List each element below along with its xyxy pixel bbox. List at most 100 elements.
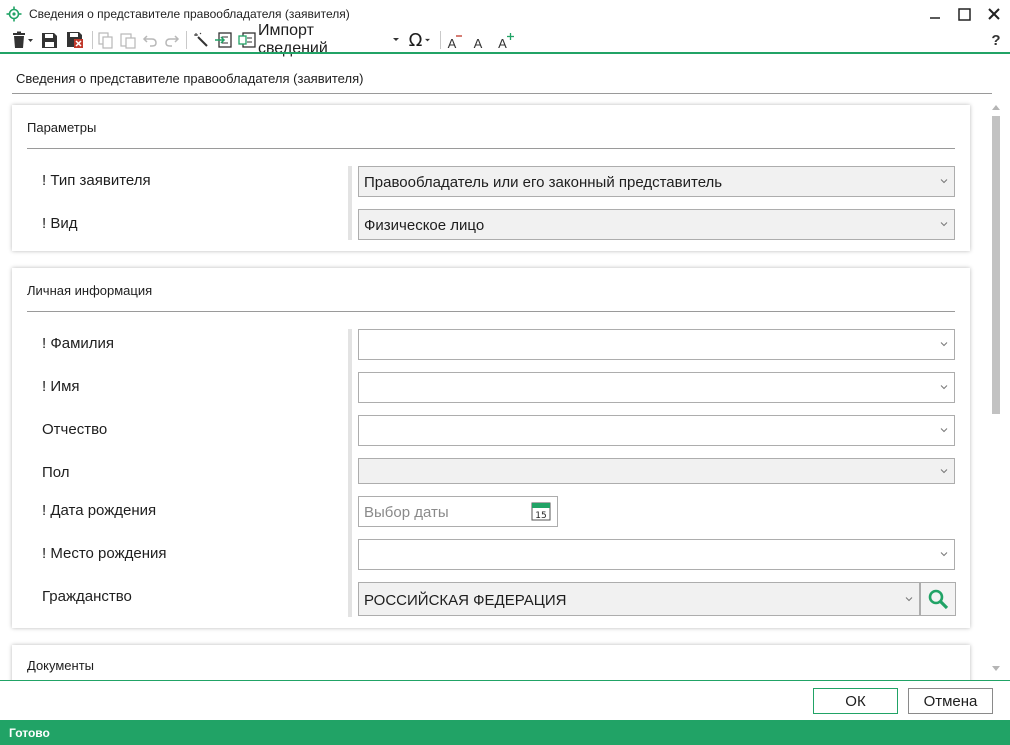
name-label: ! Имя: [42, 378, 80, 395]
status-text: Готово: [9, 726, 50, 740]
footer-divider: [0, 680, 1010, 681]
chevron-down-icon: [940, 179, 948, 184]
toolbar-accent-line: [0, 52, 1010, 54]
birth-date-label: ! Дата рождения: [42, 502, 157, 519]
font-decrease-icon: A: [447, 35, 457, 51]
import-data-button[interactable]: Импорт сведений: [238, 22, 400, 57]
status-bar: Готово: [0, 720, 1010, 745]
search-icon: [928, 589, 949, 610]
font-increase-icon: A: [498, 35, 507, 51]
page-title-divider: [12, 93, 992, 94]
calendar-icon[interactable]: 15: [531, 501, 551, 521]
gender-select[interactable]: [358, 458, 955, 484]
magic-wand-icon: [194, 32, 208, 47]
kind-select[interactable]: Физическое лицо: [358, 209, 955, 240]
gender-label: Пол: [42, 464, 70, 481]
cancel-button[interactable]: Отмена: [908, 688, 993, 714]
surname-field[interactable]: [358, 329, 955, 360]
content-scroll-area[interactable]: Параметры ! Тип заявителя Правообладател…: [0, 98, 1010, 680]
font-decrease-button[interactable]: A: [444, 29, 466, 51]
params-panel: Параметры ! Тип заявителя Правообладател…: [12, 105, 970, 251]
window-title: Сведения о представителе правообладателя…: [29, 7, 350, 21]
magic-wand-button[interactable]: [190, 29, 212, 51]
undo-icon: [142, 35, 157, 47]
export-button[interactable]: [213, 29, 233, 51]
patronymic-label: Отчество: [42, 421, 108, 438]
birth-date-picker[interactable]: Выбор даты 15: [358, 496, 558, 527]
minimize-icon: [930, 17, 940, 19]
save-close-button[interactable]: [64, 29, 86, 51]
toolbar-separator: [92, 31, 93, 49]
copy-button[interactable]: [96, 29, 116, 51]
birth-place-label: ! Место рождения: [42, 545, 167, 562]
ok-button[interactable]: ОК: [813, 688, 898, 714]
title-bar: Сведения о представителе правообладателя…: [0, 0, 1010, 28]
toolbar-separator: [440, 31, 441, 49]
personal-info-panel-divider: [27, 311, 955, 312]
delete-button[interactable]: [8, 29, 36, 51]
undo-button[interactable]: [140, 29, 160, 51]
birth-place-field[interactable]: [358, 539, 955, 570]
paste-icon: [120, 32, 136, 49]
help-icon: ?: [991, 31, 1001, 49]
page-title: Сведения о представителе правообладателя…: [16, 71, 364, 86]
field-group-bar: [348, 329, 352, 617]
save-button[interactable]: [38, 29, 60, 51]
field-group-bar: [348, 166, 352, 240]
paste-button[interactable]: [118, 29, 138, 51]
personal-info-panel-title: Личная информация: [27, 283, 153, 298]
chevron-down-icon: [940, 342, 948, 347]
scroll-down-arrow-icon[interactable]: [991, 665, 1001, 673]
vertical-scrollbar[interactable]: [990, 100, 1002, 680]
scroll-up-arrow-icon[interactable]: [991, 103, 1001, 111]
applicant-type-select[interactable]: Правообладатель или его законный предста…: [358, 166, 955, 197]
birth-date-placeholder: Выбор даты: [364, 504, 449, 521]
floppy-disk-icon: [41, 32, 57, 48]
trash-icon: [13, 31, 33, 48]
personal-info-panel: Личная информация ! Фамилия ! Имя Отчест…: [12, 268, 970, 628]
toolbar-separator: [186, 31, 187, 49]
maximize-button[interactable]: [953, 4, 975, 24]
chevron-down-icon: [905, 597, 913, 602]
chevron-down-icon: [940, 428, 948, 433]
applicant-type-value: Правообладатель или его законный предста…: [364, 174, 723, 191]
help-button[interactable]: ?: [986, 29, 1006, 51]
citizenship-label: Гражданство: [42, 588, 132, 605]
app-icon: [6, 6, 22, 22]
chevron-down-icon: [940, 385, 948, 390]
citizenship-search-button[interactable]: [920, 582, 956, 616]
kind-value: Физическое лицо: [364, 217, 485, 234]
copy-icon: [98, 31, 113, 49]
font-increase-button[interactable]: A: [494, 29, 518, 51]
scrollbar-thumb[interactable]: [992, 116, 1000, 414]
maximize-icon: [957, 7, 971, 21]
toolbar: Импорт сведений Ω A A A ?: [0, 22, 1010, 57]
kind-label: ! Вид: [42, 215, 78, 232]
calendar-day: 15: [535, 511, 546, 521]
minimize-button[interactable]: [924, 4, 946, 24]
font-reset-icon: A: [473, 35, 483, 51]
chevron-down-icon: [425, 38, 431, 41]
params-panel-title: Параметры: [27, 120, 97, 135]
font-reset-button[interactable]: A: [468, 29, 488, 51]
import-icon: [238, 32, 256, 48]
redo-button[interactable]: [162, 29, 182, 51]
minus-icon: [456, 35, 463, 37]
chevron-down-icon: [940, 552, 948, 557]
documents-panel-title: Документы: [27, 658, 95, 673]
chevron-down-icon: [393, 38, 400, 41]
omega-icon: Ω: [408, 29, 423, 51]
close-icon: [988, 8, 1000, 20]
redo-icon: [165, 35, 180, 47]
surname-label: ! Фамилия: [42, 335, 115, 352]
close-button[interactable]: [983, 4, 1005, 24]
citizenship-select[interactable]: РОССИЙСКАЯ ФЕДЕРАЦИЯ: [358, 582, 920, 616]
name-field[interactable]: [358, 372, 955, 403]
chevron-down-icon: [940, 222, 948, 227]
special-symbols-button[interactable]: Ω: [405, 29, 435, 51]
plus-icon: [506, 32, 514, 40]
applicant-type-label: ! Тип заявителя: [42, 172, 151, 189]
export-icon: [214, 32, 232, 48]
patronymic-field[interactable]: [358, 415, 955, 446]
params-panel-divider: [27, 148, 955, 149]
